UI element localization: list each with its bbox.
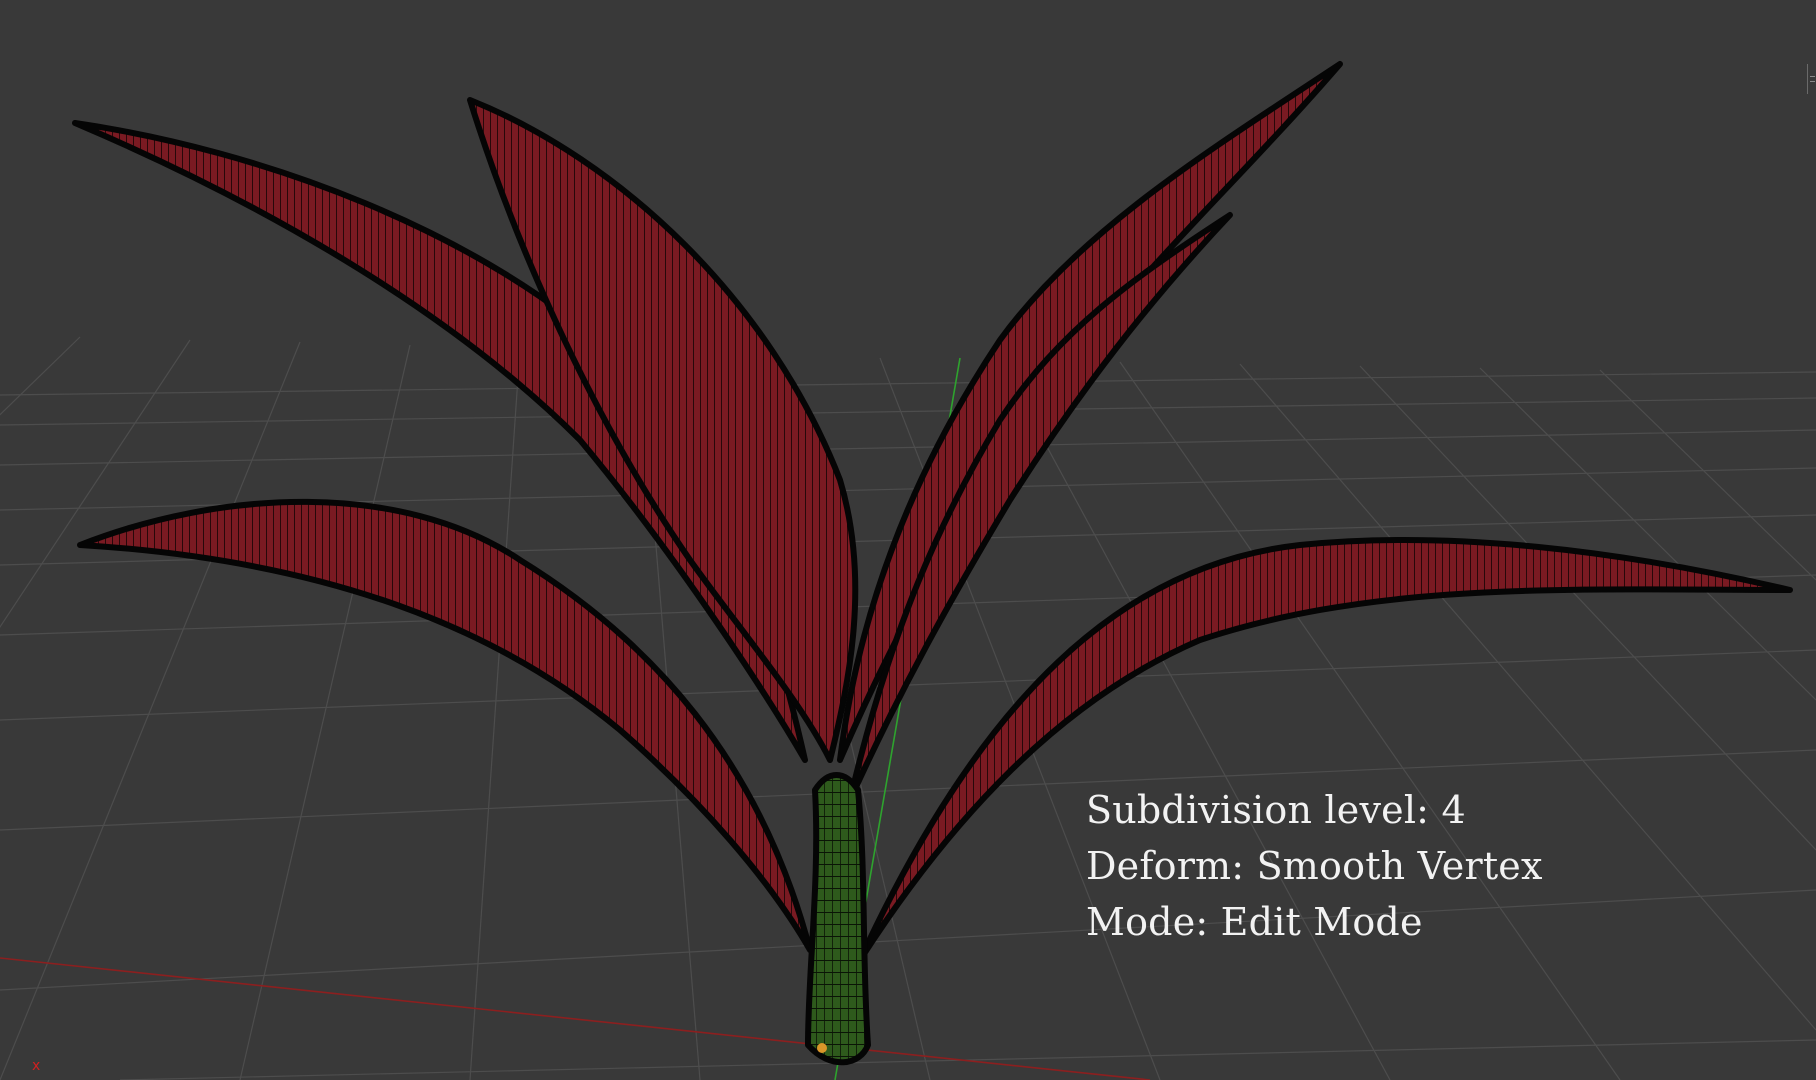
plant-stem[interactable]: [805, 772, 871, 1066]
viewport-info-overlay: Subdivision level: 4 Deform: Smooth Vert…: [1086, 782, 1543, 950]
x-axis-line: [0, 957, 1151, 1080]
viewport-scroll-handle[interactable]: [1807, 64, 1816, 94]
3d-viewport[interactable]: x Subdivision level: 4 Deform: Smooth Ve…: [0, 0, 1816, 1080]
origin-point[interactable]: [817, 1043, 827, 1053]
subdivision-level-text: Subdivision level: 4: [1086, 788, 1466, 832]
x-axis-label: x: [32, 1058, 41, 1074]
deform-text: Deform: Smooth Vertex: [1086, 844, 1543, 888]
viewport-scene[interactable]: [0, 0, 1816, 1080]
grid-floor: [0, 336, 1816, 1080]
mode-text: Mode: Edit Mode: [1086, 900, 1423, 944]
